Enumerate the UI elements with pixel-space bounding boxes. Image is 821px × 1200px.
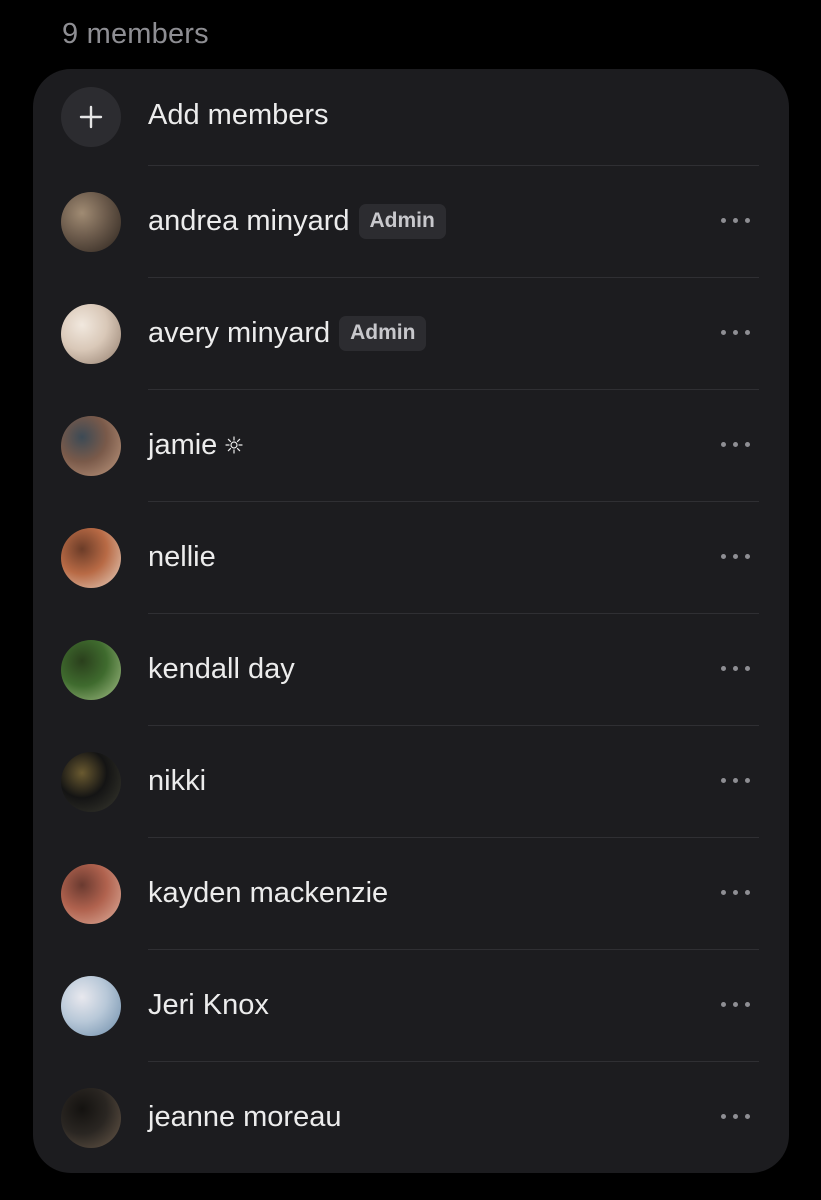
member-name-group: andrea minyard Admin bbox=[148, 203, 446, 239]
member-name: kayden mackenzie bbox=[148, 876, 389, 909]
row-divider bbox=[148, 165, 759, 166]
sun-icon bbox=[225, 436, 243, 454]
more-options-icon[interactable] bbox=[721, 441, 751, 449]
admin-badge: Admin bbox=[339, 315, 427, 351]
more-dot bbox=[733, 1114, 738, 1119]
more-dot bbox=[745, 218, 750, 223]
members-count-header: 9 members bbox=[62, 18, 209, 50]
member-name: Jeri Knox bbox=[148, 988, 269, 1021]
more-options-icon[interactable] bbox=[721, 1001, 751, 1009]
more-options-icon[interactable] bbox=[721, 553, 751, 561]
more-dot bbox=[733, 890, 738, 895]
more-dot bbox=[745, 1114, 750, 1119]
more-dot bbox=[721, 778, 726, 783]
more-dot bbox=[733, 1002, 738, 1007]
plus-icon bbox=[79, 105, 103, 129]
member-name: avery minyard bbox=[148, 316, 331, 349]
more-dot bbox=[721, 554, 726, 559]
admin-badge: Admin bbox=[358, 203, 446, 239]
member-name: nikki bbox=[148, 764, 207, 797]
add-members-button[interactable]: Add members bbox=[33, 69, 789, 165]
more-dot bbox=[721, 330, 726, 335]
member-avatar[interactable] bbox=[61, 640, 121, 700]
more-dot bbox=[721, 1002, 726, 1007]
more-options-icon[interactable] bbox=[721, 329, 751, 337]
member-name-group: kendall day bbox=[148, 651, 295, 687]
row-divider bbox=[148, 613, 759, 614]
member-name-group: kayden mackenzie bbox=[148, 875, 388, 911]
more-options-icon[interactable] bbox=[721, 217, 751, 225]
more-dot bbox=[733, 554, 738, 559]
member-row[interactable]: andrea minyard Admin bbox=[33, 165, 789, 277]
member-row[interactable]: kayden mackenzie bbox=[33, 837, 789, 949]
member-row[interactable]: jeanne moreau bbox=[33, 1061, 789, 1173]
more-dot bbox=[733, 330, 738, 335]
member-name-group: jeanne moreau bbox=[148, 1099, 341, 1135]
more-dot bbox=[745, 442, 750, 447]
member-avatar[interactable] bbox=[61, 528, 121, 588]
member-avatar[interactable] bbox=[61, 192, 121, 252]
member-name: jeanne moreau bbox=[148, 1100, 342, 1133]
more-dot bbox=[733, 778, 738, 783]
row-divider bbox=[148, 389, 759, 390]
more-dot bbox=[733, 666, 738, 671]
more-dot bbox=[745, 778, 750, 783]
row-divider bbox=[148, 1061, 759, 1062]
member-row[interactable]: Jeri Knox bbox=[33, 949, 789, 1061]
row-divider bbox=[148, 837, 759, 838]
member-name-group: nikki bbox=[148, 763, 206, 799]
member-name: jamie bbox=[148, 428, 218, 461]
member-avatar[interactable] bbox=[61, 976, 121, 1036]
more-dot bbox=[721, 442, 726, 447]
more-options-icon[interactable] bbox=[721, 1113, 751, 1121]
row-divider bbox=[148, 277, 759, 278]
member-name: nellie bbox=[148, 540, 216, 573]
member-avatar[interactable] bbox=[61, 1088, 121, 1148]
more-dot bbox=[745, 330, 750, 335]
member-avatar[interactable] bbox=[61, 416, 121, 476]
member-name-group: jamie bbox=[148, 427, 243, 463]
more-dot bbox=[745, 890, 750, 895]
more-dot bbox=[721, 1114, 726, 1119]
more-options-icon[interactable] bbox=[721, 665, 751, 673]
more-options-icon[interactable] bbox=[721, 889, 751, 897]
member-avatar[interactable] bbox=[61, 752, 121, 812]
more-dot bbox=[721, 218, 726, 223]
row-divider bbox=[148, 501, 759, 502]
more-dot bbox=[745, 1002, 750, 1007]
add-members-icon-container bbox=[61, 87, 121, 147]
more-dot bbox=[721, 890, 726, 895]
member-avatar[interactable] bbox=[61, 864, 121, 924]
more-dot bbox=[745, 666, 750, 671]
add-members-label: Add members bbox=[148, 99, 329, 131]
member-row[interactable]: kendall day bbox=[33, 613, 789, 725]
member-row[interactable]: nikki bbox=[33, 725, 789, 837]
more-options-icon[interactable] bbox=[721, 777, 751, 785]
member-name: kendall day bbox=[148, 652, 295, 685]
more-dot bbox=[733, 442, 738, 447]
row-divider bbox=[148, 949, 759, 950]
more-dot bbox=[721, 666, 726, 671]
member-row[interactable]: avery minyard Admin bbox=[33, 277, 789, 389]
member-name: andrea minyard bbox=[148, 204, 350, 237]
member-avatar[interactable] bbox=[61, 304, 121, 364]
members-card: Add members andrea minyard Admin avery min… bbox=[33, 69, 789, 1173]
more-dot bbox=[745, 554, 750, 559]
member-name-group: nellie bbox=[148, 539, 216, 575]
member-row[interactable]: jamie bbox=[33, 389, 789, 501]
member-name-group: avery minyard Admin bbox=[148, 315, 427, 351]
member-row[interactable]: nellie bbox=[33, 501, 789, 613]
row-divider bbox=[148, 725, 759, 726]
member-name-group: Jeri Knox bbox=[148, 987, 269, 1023]
more-dot bbox=[733, 218, 738, 223]
